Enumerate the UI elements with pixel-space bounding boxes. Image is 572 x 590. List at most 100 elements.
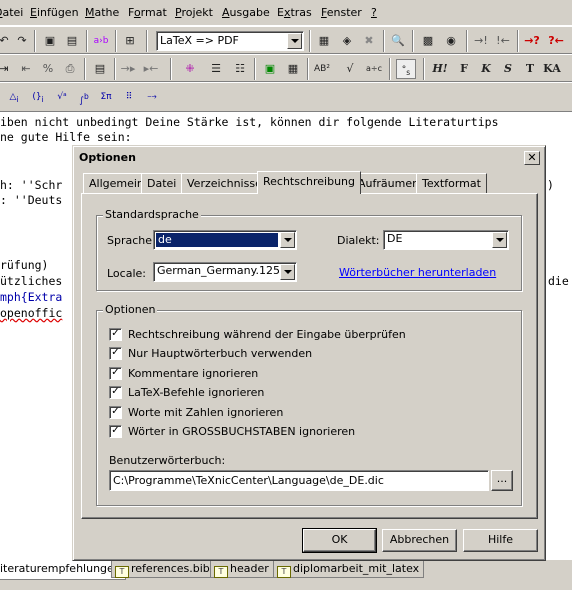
toolbar-separator: [114, 58, 116, 80]
preview-icon[interactable]: 🔍: [388, 31, 408, 51]
doc-tab-label: iteraturempfehlungen: [0, 562, 121, 575]
code-line: rüfung): [0, 258, 49, 272]
menu-fenster[interactable]: Fenster: [321, 6, 362, 19]
ok-button[interactable]: OK: [302, 528, 377, 553]
dialog-titlebar[interactable]: Optionen ✕: [76, 149, 542, 167]
download-dictionaries-link[interactable]: Wörterbücher herunterladen: [339, 266, 496, 279]
user-dictionary-input[interactable]: C:\Programme\TeXnicCenter\Language\de_DE…: [109, 470, 489, 491]
format-button-emphasis[interactable]: H!: [430, 59, 450, 79]
chevron-down-icon[interactable]: [287, 33, 302, 49]
error-prev-icon[interactable]: ?←: [546, 31, 566, 51]
dialect-label: Dialekt:: [337, 234, 380, 247]
format-button-typewriter[interactable]: T: [520, 59, 540, 79]
checkbox-ignore-comments[interactable]: ✓: [109, 367, 122, 380]
bracket-icon[interactable]: (}i: [28, 87, 48, 107]
settings-icon[interactable]: ▩: [418, 31, 438, 51]
bookmark-next-icon[interactable]: →!: [471, 31, 491, 51]
tab-aufraeumen[interactable]: Aufräumen: [352, 173, 426, 193]
menu-format[interactable]: Format: [128, 6, 167, 19]
checkbox-main-dictionary-only[interactable]: ✓: [109, 347, 122, 360]
math-mode-icon[interactable]: °s: [396, 59, 416, 79]
symbol-icon[interactable]: a÷c: [364, 59, 384, 79]
close-icon[interactable]: ✕: [524, 151, 540, 165]
options-dialog: Optionen ✕ Allgemein Datei Verzeichnisse…: [72, 145, 546, 561]
integral-icon[interactable]: Σπ: [96, 87, 116, 107]
redo-icon[interactable]: ↷: [12, 31, 32, 51]
picture-icon[interactable]: ▸←: [141, 59, 161, 79]
structure-icon[interactable]: ⊞: [120, 31, 140, 51]
view-output-icon[interactable]: ◈: [337, 31, 357, 51]
dialect-select[interactable]: DE: [383, 230, 509, 250]
menu-einfuegen[interactable]: Einfügen: [30, 6, 79, 19]
uncomment-icon[interactable]: %: [38, 59, 58, 79]
code-line: iben nicht unbedingt Deine Stärke ist, k…: [0, 115, 499, 129]
chevron-down-icon[interactable]: [280, 232, 295, 248]
menu-mathe[interactable]: Mathe: [85, 6, 119, 19]
tab-textformat[interactable]: Textformat: [416, 173, 487, 193]
tab-datei[interactable]: Datei: [141, 173, 183, 193]
build-icon[interactable]: ▦: [314, 31, 334, 51]
toolbar-math: △i (}i √ᵃ ∫b Σπ ⠿ ⤍: [0, 82, 572, 112]
doc-tab-references[interactable]: Treferences.bib: [111, 560, 215, 578]
tab-rechtschreibung[interactable]: Rechtschreibung: [257, 171, 362, 194]
format-button-bold[interactable]: F: [454, 59, 474, 79]
checkbox-ignore-numbers[interactable]: ✓: [109, 406, 122, 419]
doc-tab-label: diplomarbeit_mit_latex: [293, 562, 420, 575]
help-button[interactable]: Hilfe: [463, 529, 538, 552]
table-icon[interactable]: ▣: [260, 59, 280, 79]
stop-build-icon[interactable]: ✖: [359, 31, 379, 51]
matrix-icon[interactable]: ⠿: [119, 87, 139, 107]
arrow-icon[interactable]: ⤍: [142, 87, 162, 107]
chevron-down-icon[interactable]: [280, 264, 295, 280]
menu-datei[interactable]: Datei: [0, 6, 23, 19]
menu-projekt[interactable]: Projekt: [175, 6, 213, 19]
goto-next-icon[interactable]: ▤: [90, 59, 110, 79]
checkbox-spellcheck-while-typing[interactable]: ✓: [109, 328, 122, 341]
root-icon[interactable]: √ᵃ: [52, 87, 72, 107]
menu-help[interactable]: ?: [371, 6, 377, 19]
doc-tab-label: references.bib: [131, 562, 210, 575]
language-label: Sprache:: [107, 234, 156, 247]
sum-icon[interactable]: ∫b: [74, 87, 94, 107]
doc-tab-literaturempfehlungen[interactable]: iteraturempfehlungen: [0, 560, 126, 580]
outdent-icon[interactable]: ⇤: [16, 59, 36, 79]
code-line: openoffic: [0, 306, 63, 320]
chevron-down-icon[interactable]: [492, 232, 507, 248]
error-next-icon[interactable]: →?: [522, 31, 542, 51]
checkbox-ignore-uppercase[interactable]: ✓: [109, 425, 122, 438]
find-replace-icon[interactable]: a›b: [91, 31, 111, 51]
browse-button[interactable]: ...: [491, 470, 513, 491]
menu-ausgabe[interactable]: Ausgabe: [222, 6, 270, 19]
toolbar-separator: [84, 58, 86, 80]
language-select[interactable]: de: [153, 230, 297, 250]
tab-verzeichnisse[interactable]: Verzeichnisse: [181, 173, 268, 193]
new-window-icon[interactable]: ▣: [40, 31, 60, 51]
fraction-icon[interactable]: √: [340, 59, 360, 79]
format-button-slanted[interactable]: S: [498, 59, 518, 79]
doc-tab-diplomarbeit[interactable]: Tdiplomarbeit_mit_latex: [273, 560, 425, 578]
sqrt-icon[interactable]: AB²: [312, 59, 332, 79]
indent-icon[interactable]: ⇥: [0, 59, 14, 79]
help-icon[interactable]: ◉: [441, 31, 461, 51]
checkbox-ignore-latex-commands[interactable]: ✓: [109, 386, 122, 399]
number-list-icon[interactable]: ☰: [206, 59, 226, 79]
image-icon[interactable]: ☷: [230, 59, 250, 79]
goto-prev-icon[interactable]: →▸: [118, 59, 138, 79]
menu-extras[interactable]: Extras: [277, 6, 312, 19]
doc-tab-header[interactable]: Theader: [210, 560, 274, 578]
output-view-icon[interactable]: ▤: [62, 31, 82, 51]
bookmark-prev-icon[interactable]: !←: [493, 31, 513, 51]
output-profile-select[interactable]: LaTeX => PDF: [156, 31, 304, 51]
tab-allgemein[interactable]: Allgemein: [83, 173, 150, 193]
print-icon[interactable]: ⎙: [60, 59, 80, 79]
format-button-smallcaps[interactable]: KA: [542, 59, 562, 79]
locale-select[interactable]: German_Germany.1252: [153, 262, 297, 282]
subscript-index-icon[interactable]: △i: [4, 87, 24, 107]
cancel-button[interactable]: Abbrechen: [382, 529, 457, 552]
checkbox-label: Wörter in GROSSBUCHSTABEN ignorieren: [128, 425, 356, 438]
format-button-italic[interactable]: K: [476, 59, 496, 79]
locale-value: German_Germany.1252: [157, 264, 288, 277]
bullet-list-icon[interactable]: ⁜: [180, 59, 200, 79]
dialog-title: Optionen: [79, 151, 136, 164]
superscript-icon[interactable]: ▦: [283, 59, 303, 79]
